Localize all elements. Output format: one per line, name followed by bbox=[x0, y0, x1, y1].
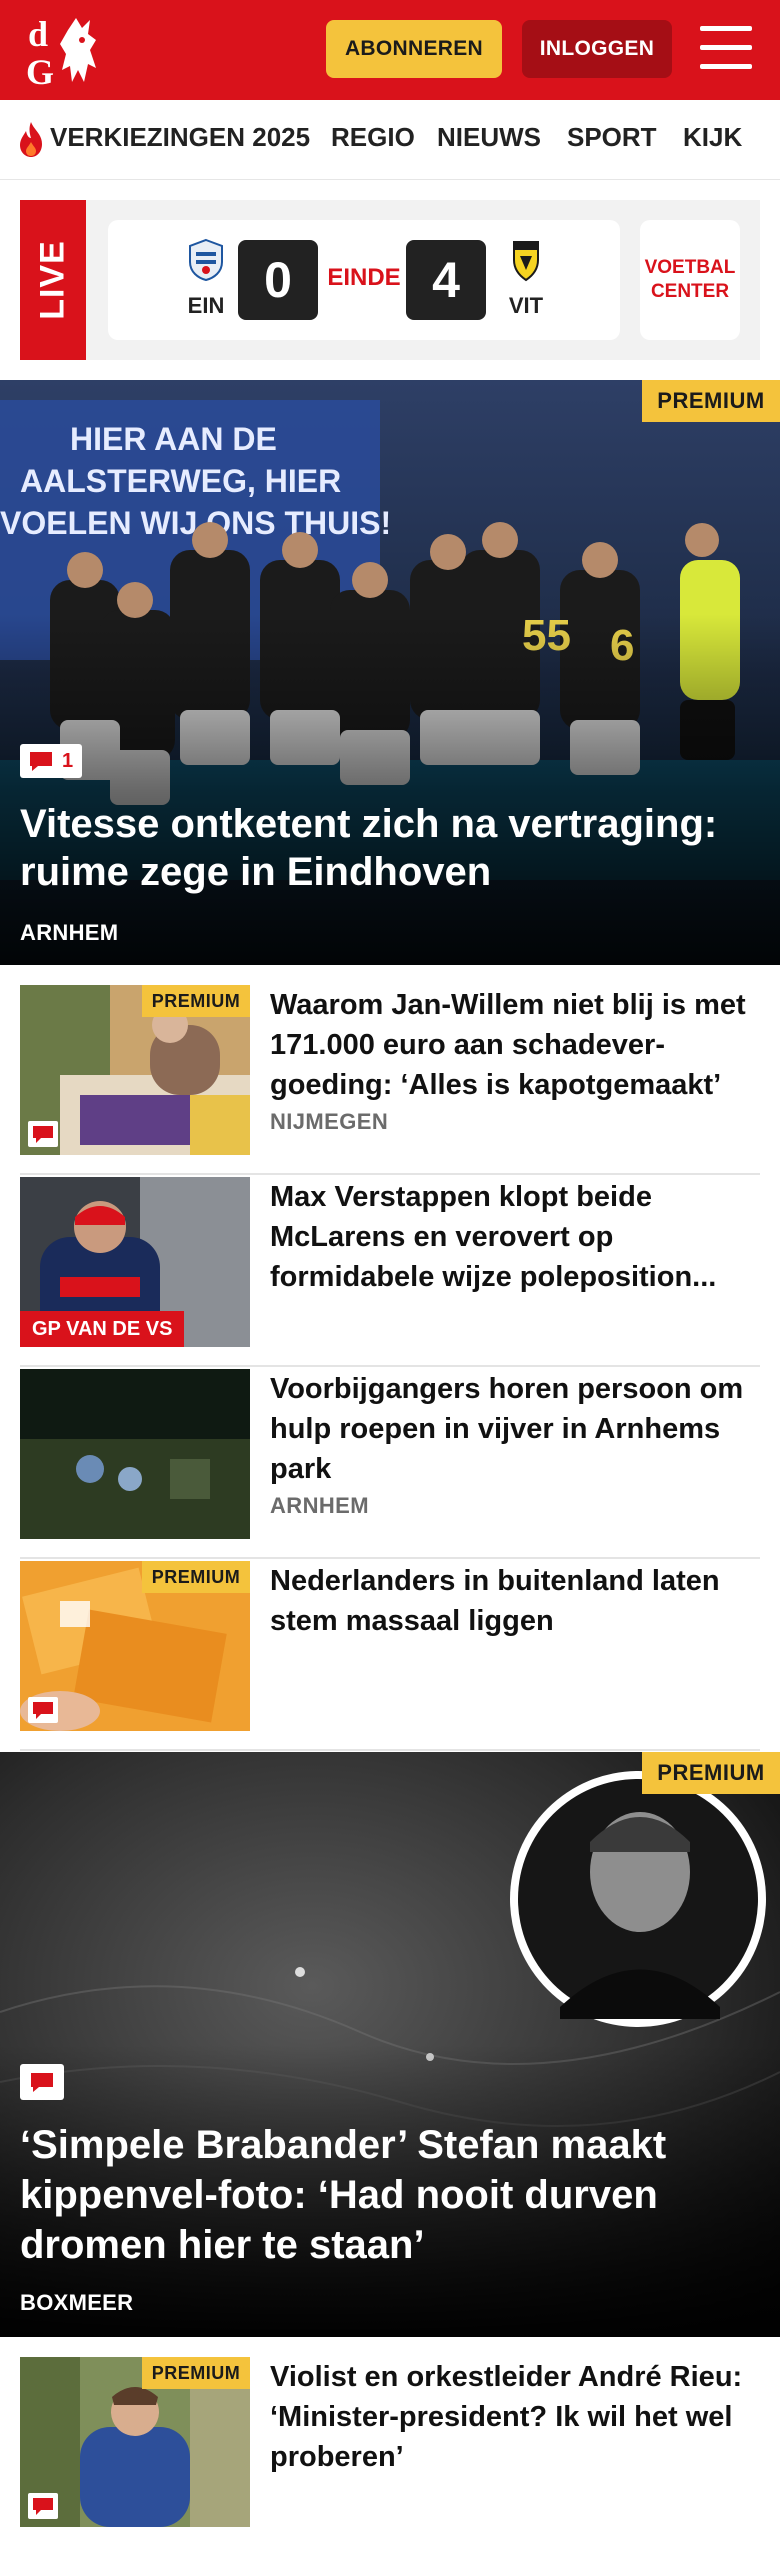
subscribe-button[interactable]: ABONNEREN bbox=[326, 20, 502, 78]
home-team: EIN bbox=[176, 238, 236, 319]
match-status: EINDE bbox=[327, 264, 401, 291]
home-score: 0 bbox=[238, 240, 318, 320]
nav-item-regio[interactable]: REGIO bbox=[331, 122, 415, 153]
article-item[interactable]: PREMIUM Waarom Jan-Willem niet blij is m… bbox=[20, 985, 760, 1175]
hero-title[interactable]: Vitesse ontketent zich na vertraging: ru… bbox=[20, 800, 760, 896]
comment-count-badge[interactable]: 1 bbox=[20, 744, 82, 778]
premium-badge: PREMIUM bbox=[642, 1752, 780, 1794]
flame-icon bbox=[20, 122, 42, 157]
article-location: ARNHEM bbox=[270, 1493, 369, 1518]
voetbal-center-link[interactable]: VOETBAL CENTER bbox=[640, 220, 740, 340]
article-thumbnail: PREMIUM bbox=[20, 985, 250, 1155]
category-tag[interactable]: GP VAN DE VS bbox=[20, 1311, 185, 1347]
nav-item-kijk[interactable]: KIJK bbox=[683, 122, 742, 153]
psv-crest-icon bbox=[189, 238, 223, 282]
svg-text:G: G bbox=[26, 52, 54, 90]
article-item[interactable]: PREMIUM Nederlanders in buitenland laten… bbox=[20, 1561, 760, 1751]
nav-item-nieuws[interactable]: NIEUWS bbox=[437, 122, 541, 153]
comment-icon[interactable] bbox=[28, 2493, 58, 2519]
vitesse-crest-icon bbox=[513, 241, 539, 282]
comment-icon[interactable] bbox=[20, 2064, 64, 2100]
article-item[interactable]: GP VAN DE VS Max Verstappen klopt beide … bbox=[20, 1177, 760, 1367]
article-title[interactable]: Waarom Jan-Willem niet blij is met 171.0… bbox=[270, 985, 760, 1105]
premium-badge: PREMIUM bbox=[142, 2357, 250, 2389]
comment-icon[interactable] bbox=[28, 1121, 58, 1147]
article-title[interactable]: Nederlanders in buitenland laten stem ma… bbox=[270, 1561, 760, 1641]
hero-article[interactable]: HIER AAN DE AALSTERWEG, HIER VOELEN WIJ … bbox=[0, 380, 780, 965]
feature-location: BOXMEER bbox=[20, 2290, 134, 2315]
away-score: 4 bbox=[406, 240, 486, 320]
article-title[interactable]: Voorbijgangers horen persoon om hulp roe… bbox=[270, 1369, 760, 1489]
article-thumbnail: PREMIUM bbox=[20, 1561, 250, 1731]
menu-icon[interactable] bbox=[700, 26, 752, 72]
live-score-widget[interactable]: LIVE EIN 0 EINDE 4 VIT VOETBAL CENTER bbox=[20, 200, 760, 360]
comment-count: 1 bbox=[62, 749, 74, 772]
article-item[interactable]: PREMIUM Violist en orkestleider André Ri… bbox=[20, 2357, 760, 2547]
article-thumbnail: PREMIUM bbox=[20, 2357, 250, 2527]
away-team: VIT bbox=[496, 238, 556, 319]
premium-badge: PREMIUM bbox=[642, 380, 780, 422]
svg-text:d: d bbox=[28, 14, 48, 54]
hero-location: ARNHEM bbox=[20, 920, 119, 945]
article-title[interactable]: Max Verstappen klopt beide McLarens en v… bbox=[270, 1177, 760, 1297]
login-button[interactable]: INLOGGEN bbox=[522, 20, 672, 78]
article-title[interactable]: Violist en orkestleider André Rieu: ‘Min… bbox=[270, 2357, 760, 2477]
nav-item-verkiezingen[interactable]: VERKIEZINGEN 2025 bbox=[50, 122, 310, 153]
article-thumbnail bbox=[20, 1369, 250, 1539]
home-team-abbr: EIN bbox=[187, 293, 225, 318]
match-score-card[interactable]: EIN 0 EINDE 4 VIT bbox=[108, 220, 620, 340]
live-tag: LIVE bbox=[20, 200, 86, 360]
feature-title[interactable]: ‘Simpele Brabander’ Stefan maakt kippenv… bbox=[20, 2120, 760, 2270]
premium-badge: PREMIUM bbox=[142, 985, 250, 1017]
article-item[interactable]: Voorbijgangers horen persoon om hulp roe… bbox=[20, 1369, 760, 1559]
comment-icon bbox=[30, 752, 52, 771]
nav-item-sport[interactable]: SPORT bbox=[567, 122, 657, 153]
article-location: NIJMEGEN bbox=[270, 1109, 389, 1134]
dg-logo[interactable]: d G bbox=[24, 10, 124, 90]
premium-badge: PREMIUM bbox=[142, 1561, 250, 1593]
away-team-abbr: VIT bbox=[508, 293, 544, 318]
section-nav: VERKIEZINGEN 2025 REGIO NIEUWS SPORT KIJ… bbox=[0, 100, 780, 180]
top-header: d G ABONNEREN INLOGGEN bbox=[0, 0, 780, 100]
article-thumbnail: GP VAN DE VS bbox=[20, 1177, 250, 1347]
comment-icon[interactable] bbox=[28, 1697, 58, 1723]
